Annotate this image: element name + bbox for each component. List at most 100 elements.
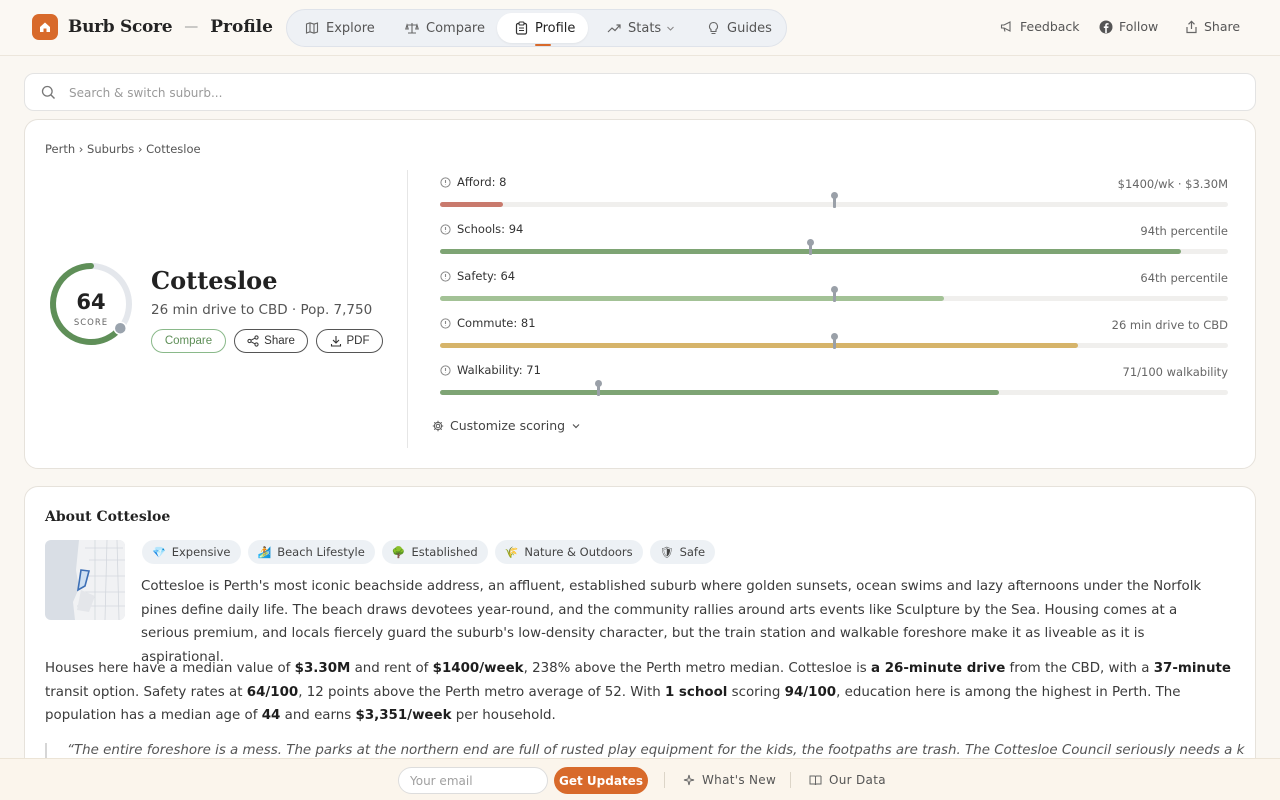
metric-label: Commute: 81 <box>457 316 536 330</box>
whats-new-label: What's New <box>702 773 777 787</box>
score-card: Perth › Suburbs › Cottesloe 64 SCORE Cot… <box>24 119 1256 469</box>
metric-value: 71/100 walkability <box>1122 365 1228 379</box>
wheat-icon: 🌾 <box>504 545 519 559</box>
safety-rating: 64/100 <box>246 684 299 700</box>
active-indicator <box>535 44 551 46</box>
map-graphic <box>45 540 125 620</box>
metric-value: $1400/wk · $3.30M <box>1117 177 1228 191</box>
brand[interactable]: Burb Score — Profile <box>32 14 273 40</box>
info-icon[interactable] <box>440 317 451 329</box>
metric-track <box>440 286 1228 302</box>
nav-guides[interactable]: Guides <box>707 13 772 43</box>
school-score: 94/100 <box>784 684 837 700</box>
nav-compare-label: Compare <box>426 20 485 36</box>
tree-icon: 🌳 <box>391 545 406 559</box>
nav-profile-label: Profile <box>535 20 576 36</box>
metric-commute-label-wrap: Commute: 81 <box>440 316 536 330</box>
metric-value: 64th percentile <box>1140 271 1228 285</box>
follow-label: Follow <box>1119 19 1159 34</box>
suburb-name: Cottesloe <box>151 266 278 295</box>
info-icon[interactable] <box>440 176 451 188</box>
metric-track <box>440 333 1228 349</box>
brand-name: Burb Score <box>68 17 173 37</box>
tag-beach-lifestyle[interactable]: 🏄 Beach Lifestyle <box>247 540 375 564</box>
median-value: $3.30M <box>294 661 351 676</box>
share-link[interactable]: Share <box>1185 19 1240 34</box>
map-icon <box>305 22 319 34</box>
tag-safe[interactable]: 🛡 Safe <box>649 540 716 564</box>
compare-button[interactable]: Compare <box>151 329 226 353</box>
clipboard-icon <box>515 21 528 35</box>
metric-value: 94th percentile <box>1140 224 1228 238</box>
email-field[interactable] <box>398 767 548 794</box>
stats-text: , 238% above the Perth metro median. Cot… <box>523 661 872 676</box>
home-icon <box>32 14 58 40</box>
feedback-link[interactable]: Feedback <box>1000 19 1080 34</box>
chevron-down-icon <box>572 423 580 428</box>
bottom-bar: Get Updates What's New Our Data <box>0 758 1280 800</box>
tag-expensive[interactable]: 💎 Expensive <box>142 540 241 564</box>
nav-stats[interactable]: Stats <box>607 13 675 43</box>
transit-time: 37-minute <box>1153 661 1231 676</box>
pdf-button[interactable]: PDF <box>316 329 383 353</box>
trending-up-icon <box>607 24 621 33</box>
metric-safety-label-wrap: Safety: 64 <box>440 269 515 283</box>
info-icon[interactable] <box>440 223 451 235</box>
brand-separator: — <box>184 19 199 35</box>
page-title: Profile <box>210 17 273 37</box>
feedback-label: Feedback <box>1020 19 1080 34</box>
search-input[interactable] <box>69 82 1219 104</box>
stats-text: scoring <box>727 684 785 700</box>
tag-nature-outdoors[interactable]: 🌾 Nature & Outdoors <box>494 540 643 564</box>
metric-track <box>440 239 1228 255</box>
suburb-tags: 💎 Expensive 🏄 Beach Lifestyle 🌳 Established… <box>142 540 722 564</box>
tag-label: Expensive <box>171 545 231 559</box>
metro-average-marker <box>594 380 602 396</box>
metro-average-marker <box>831 192 838 208</box>
info-icon[interactable] <box>440 364 451 376</box>
suburb-meta: 26 min drive to CBD · Pop. 7,750 <box>151 302 373 318</box>
top-header: Burb Score — Profile Explore Compare Pro… <box>0 0 1280 56</box>
info-icon[interactable] <box>440 270 451 282</box>
metric-walkability: Walkability: 71 71/100 walkability <box>440 363 1228 403</box>
metro-average-marker <box>831 286 838 302</box>
suburb-map-thumbnail[interactable] <box>45 540 125 620</box>
our-data-link[interactable]: Our Data <box>809 773 886 787</box>
nav-explore[interactable]: Explore <box>305 13 375 43</box>
share-icon <box>1186 19 1197 33</box>
compare-button-label: Compare <box>164 335 213 347</box>
median-age: 44 <box>261 708 281 723</box>
gem-icon: 💎 <box>152 545 166 559</box>
metric-afford-label-wrap: Afford: 8 <box>440 175 507 189</box>
divider <box>790 772 791 788</box>
score-label: SCORE <box>73 318 109 328</box>
customize-scoring-toggle[interactable]: Customize scoring <box>432 418 587 433</box>
whats-new-link[interactable]: What's New <box>683 773 776 787</box>
download-icon <box>330 336 341 347</box>
about-intro: Cottesloe is Perth's most iconic beachsi… <box>141 579 1202 665</box>
share-button[interactable]: Share <box>234 329 308 353</box>
metric-label: Walkability: 71 <box>457 363 541 377</box>
tag-established[interactable]: 🌳 Established <box>381 540 488 564</box>
stats-text: transit option. Safety rates at <box>45 684 247 700</box>
pdf-button-label: PDF <box>346 335 370 347</box>
shield-icon: 🛡 <box>659 545 674 559</box>
facebook-icon <box>1099 20 1113 33</box>
main-nav: Explore Compare Profile Stats Guides <box>286 9 787 47</box>
metric-value: 26 min drive to CBD <box>1111 318 1228 332</box>
divider <box>664 772 665 788</box>
drive-time: a 26-minute drive <box>871 661 1006 676</box>
get-updates-button[interactable]: Get Updates <box>554 767 648 794</box>
tag-label: Beach Lifestyle <box>277 545 365 559</box>
about-card: About Cottesloe 💎 Expensive 🏄 Beach Lifest… <box>24 486 1256 800</box>
follow-link[interactable]: Follow <box>1099 19 1158 34</box>
chevron-down-icon <box>667 26 675 31</box>
suburb-search <box>24 73 1256 111</box>
stats-text: and rent of <box>350 661 433 676</box>
median-rent: $1400/week <box>432 661 524 676</box>
nav-compare[interactable]: Compare <box>405 13 485 43</box>
lightbulb-icon <box>708 21 719 35</box>
nav-profile[interactable]: Profile <box>497 13 588 46</box>
book-icon <box>809 775 822 786</box>
school-count: 1 school <box>664 684 728 700</box>
